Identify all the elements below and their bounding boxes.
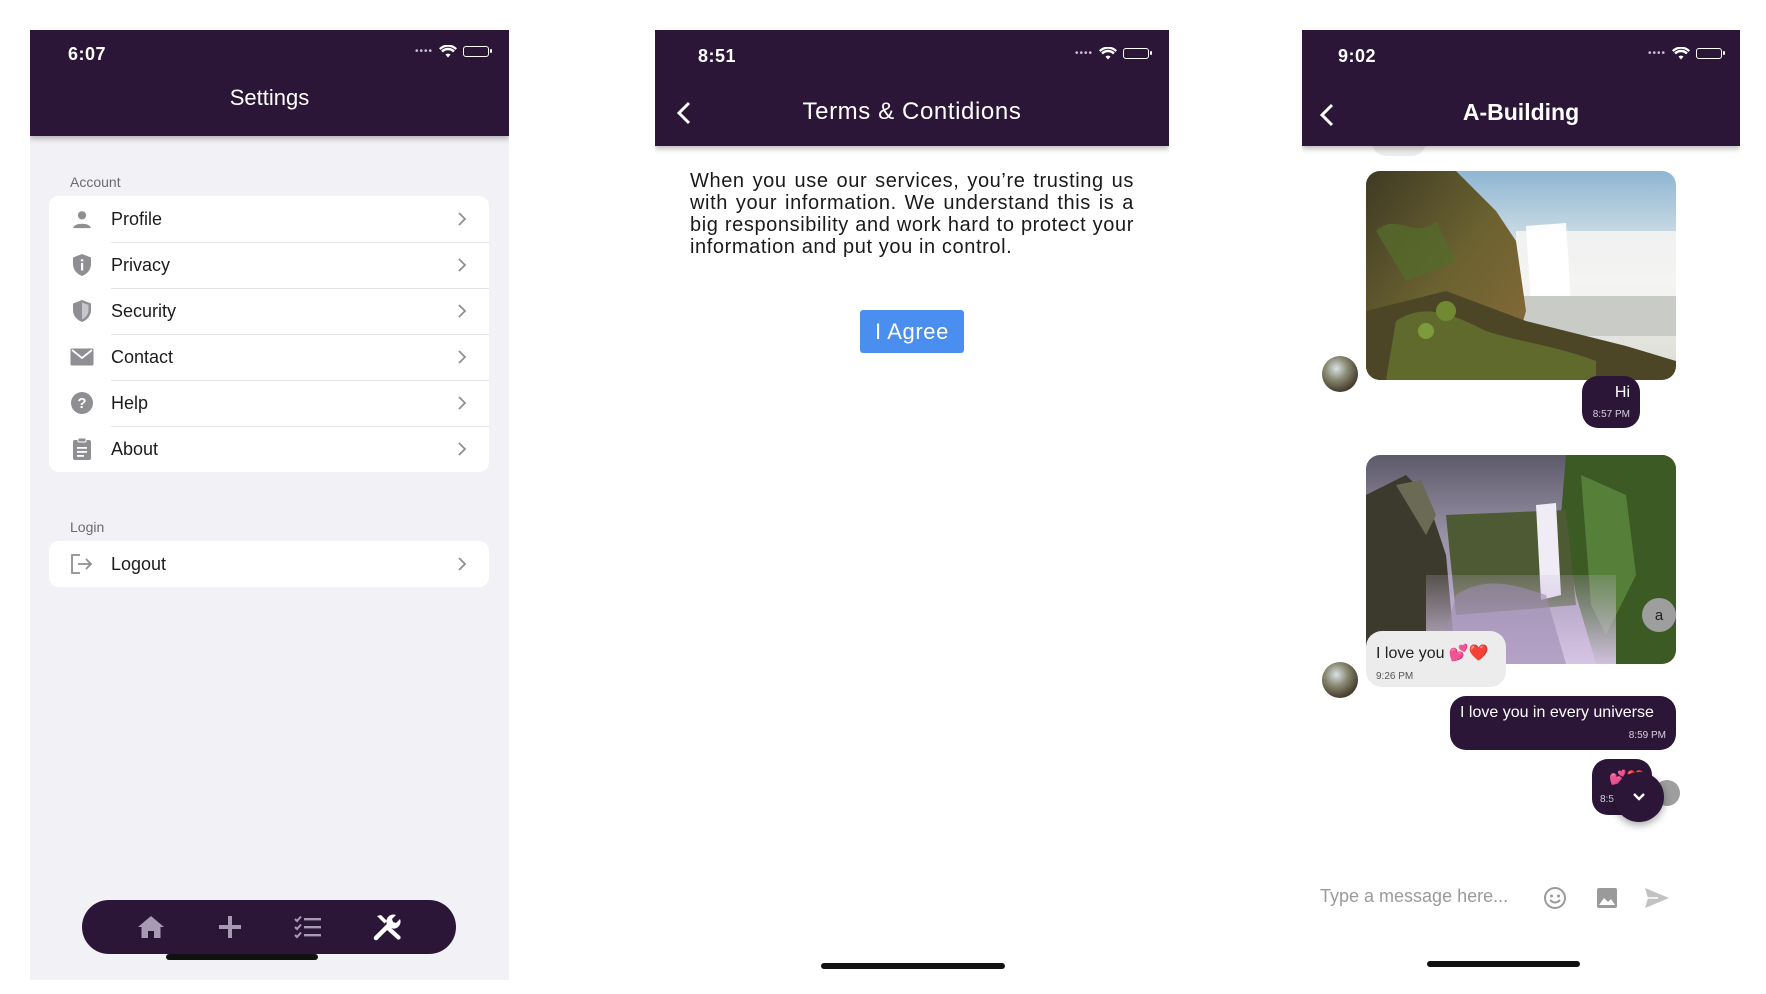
terms-header: 8:51 •••• Terms & Contidions <box>655 30 1169 146</box>
message-text: I love you 💕❤️ <box>1376 645 1489 662</box>
home-indicator[interactable] <box>821 963 1005 969</box>
settings-item-contact[interactable]: Contact <box>49 334 489 380</box>
message-bubble-outgoing[interactable]: Hi 8:57 PM <box>1582 376 1640 428</box>
settings-item-logout[interactable]: Logout <box>49 541 489 587</box>
wifi-icon <box>1099 47 1117 60</box>
person-icon <box>69 206 95 232</box>
help-icon: ? <box>69 390 95 416</box>
wifi-icon <box>1672 47 1690 60</box>
chevron-down-icon <box>1633 793 1645 801</box>
chevron-right-icon <box>458 442 467 456</box>
signal-icon: •••• <box>414 46 433 57</box>
settings-item-about[interactable]: About <box>49 426 489 472</box>
account-group: Profile Privacy Security Contact ? Help … <box>49 196 489 472</box>
message-timestamp: 9:26 PM <box>1376 671 1414 682</box>
page-title: Settings <box>229 85 310 110</box>
tab-checklist[interactable] <box>290 909 326 945</box>
bottom-tab-bar <box>82 900 456 954</box>
emoji-icon[interactable] <box>1540 883 1570 913</box>
settings-item-label: Privacy <box>111 254 171 275</box>
tab-home[interactable] <box>133 909 169 945</box>
tab-tools[interactable] <box>369 909 405 945</box>
chevron-right-icon <box>458 258 467 272</box>
home-indicator[interactable] <box>1427 961 1580 967</box>
message-text: Hi <box>1614 384 1630 401</box>
signal-icon: •••• <box>1074 48 1093 59</box>
agree-button[interactable]: I Agree <box>860 310 964 353</box>
status-bar: 9:02 •••• <box>1302 30 1740 80</box>
login-group: Logout <box>49 541 489 587</box>
chevron-right-icon <box>458 396 467 410</box>
settings-item-label: Profile <box>111 208 163 229</box>
message-bubble-outgoing[interactable]: I love you in every universe 8:59 PM <box>1450 696 1676 750</box>
contact-avatar[interactable] <box>1322 662 1358 698</box>
chevron-right-icon <box>458 557 467 571</box>
message-timestamp: 8:59 PM <box>1628 730 1666 741</box>
wifi-icon <box>439 45 457 58</box>
terms-screen: 8:51 •••• Terms & Contidions When you us… <box>655 30 1169 990</box>
battery-icon <box>463 46 492 57</box>
svg-text:?: ? <box>77 395 86 412</box>
info-shield-icon <box>69 252 95 278</box>
battery-icon <box>1696 48 1725 59</box>
mail-icon <box>69 344 95 370</box>
tab-add[interactable] <box>212 909 248 945</box>
message-timestamp: 8:57 PM <box>1592 409 1630 420</box>
section-label-account: Account <box>70 174 121 190</box>
clipboard-icon <box>69 436 95 462</box>
image-attach-icon[interactable] <box>1592 883 1622 913</box>
checklist-icon <box>294 915 322 939</box>
status-bar: 6:07 •••• <box>30 30 509 80</box>
shield-icon <box>69 298 95 324</box>
sender-avatar[interactable]: a <box>1642 598 1676 632</box>
image-message[interactable] <box>1366 171 1676 380</box>
chat-screen: 9:02 •••• A-Building Hi 8:57 PM a I love… <box>1302 30 1740 990</box>
message-text: I love you in every universe <box>1460 704 1654 721</box>
settings-item-profile[interactable]: Profile <box>49 196 489 242</box>
chat-header: 9:02 •••• A-Building <box>1302 30 1740 146</box>
message-input[interactable] <box>1320 886 1540 907</box>
home-icon <box>138 916 165 938</box>
settings-item-label: Help <box>111 392 149 413</box>
page-title: A-Building <box>1462 99 1580 125</box>
settings-screen: 6:07 •••• Settings Account Profile Priva… <box>30 30 509 980</box>
plus-icon <box>218 916 241 938</box>
settings-item-label: Security <box>111 300 177 321</box>
waterfall-cliff-photo <box>1366 171 1676 380</box>
settings-item-label: Contact <box>111 346 174 367</box>
tools-icon <box>373 914 401 941</box>
battery-icon <box>1123 48 1152 59</box>
status-time: 9:02 <box>1338 46 1377 66</box>
send-icon[interactable] <box>1642 883 1672 913</box>
chevron-right-icon <box>458 304 467 318</box>
logout-icon <box>69 551 95 577</box>
contact-avatar[interactable] <box>1322 356 1358 392</box>
chevron-right-icon <box>458 350 467 364</box>
signal-icon: •••• <box>1647 48 1666 59</box>
settings-item-label: About <box>111 438 159 459</box>
settings-item-security[interactable]: Security <box>49 288 489 334</box>
page-title: Terms & Contidions <box>802 98 1022 125</box>
status-time: 6:07 <box>68 44 107 64</box>
settings-item-privacy[interactable]: Privacy <box>49 242 489 288</box>
section-label-login: Login <box>70 519 105 535</box>
scroll-down-button[interactable] <box>1614 772 1664 822</box>
home-indicator[interactable] <box>166 954 318 960</box>
status-time: 8:51 <box>698 46 737 66</box>
status-bar: 8:51 •••• <box>655 30 1169 80</box>
settings-header: 6:07 •••• Settings <box>30 30 509 136</box>
terms-body-text: When you use our services, you’re trusti… <box>690 170 1134 258</box>
settings-item-help[interactable]: ? Help <box>49 380 489 426</box>
message-bubble-incoming[interactable]: I love you 💕❤️ 9:26 PM <box>1366 631 1506 687</box>
chevron-right-icon <box>458 212 467 226</box>
settings-item-label: Logout <box>111 553 167 574</box>
